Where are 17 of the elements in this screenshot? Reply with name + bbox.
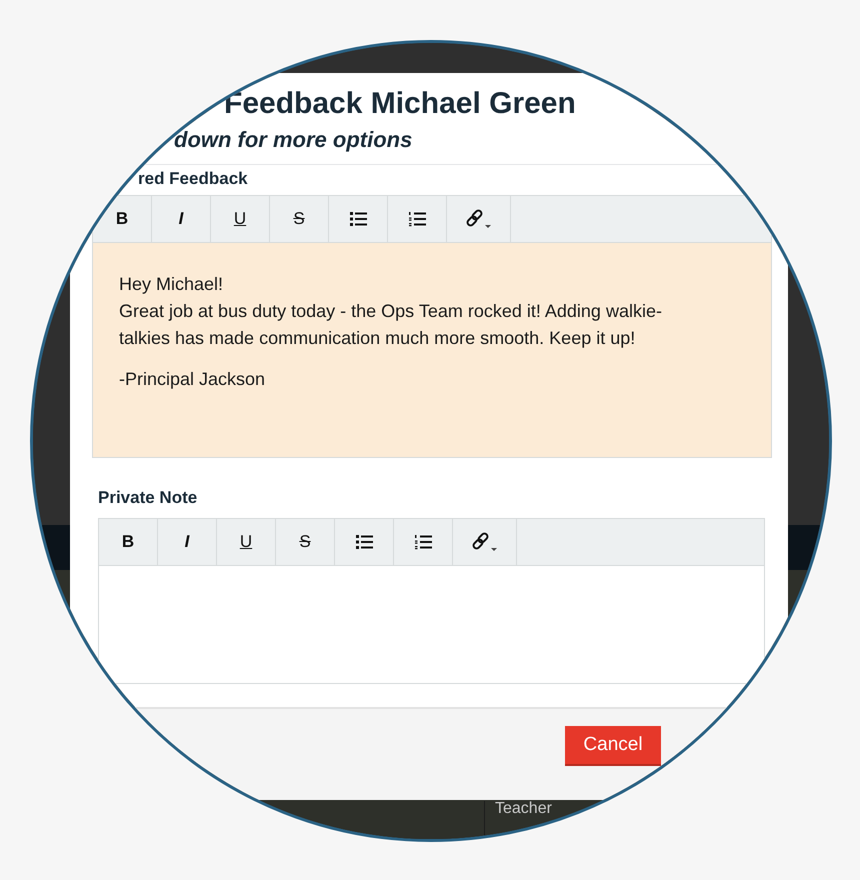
- bullet-list-icon: [354, 533, 374, 551]
- text-line: -Principal Jackson: [119, 368, 266, 391]
- field-label: red Feedback: [138, 169, 248, 189]
- text-editor[interactable]: Hey Michael! Great job at bus duty today - the Ops Team rocked it! Adding walkie-talkies has made communication much more smooth. Keep it up! -Principal Jackson: [92, 243, 772, 458]
- link-icon: [472, 532, 498, 552]
- dialog-title: Feedback Michael Green: [224, 87, 577, 121]
- numbered-list-icon: [408, 210, 426, 228]
- link-icon: [466, 209, 492, 229]
- text-line: Great job at bus duty today - the Ops Team rocked it! Adding walkie-talkies has made communication much more smooth. Keep it up!: [119, 300, 663, 350]
- numbered-list-icon: [414, 533, 432, 551]
- field-label: Private Note: [98, 488, 198, 508]
- table-cell: Teacher: [484, 801, 552, 839]
- cancel-button[interactable]: Cancel: [565, 726, 661, 766]
- text-line: Hey Michael!: [119, 273, 224, 296]
- toolbar-button[interactable]: B: [93, 196, 152, 242]
- bullet-list-icon: [348, 210, 368, 228]
- dialog-subtitle: down for more options: [174, 126, 414, 154]
